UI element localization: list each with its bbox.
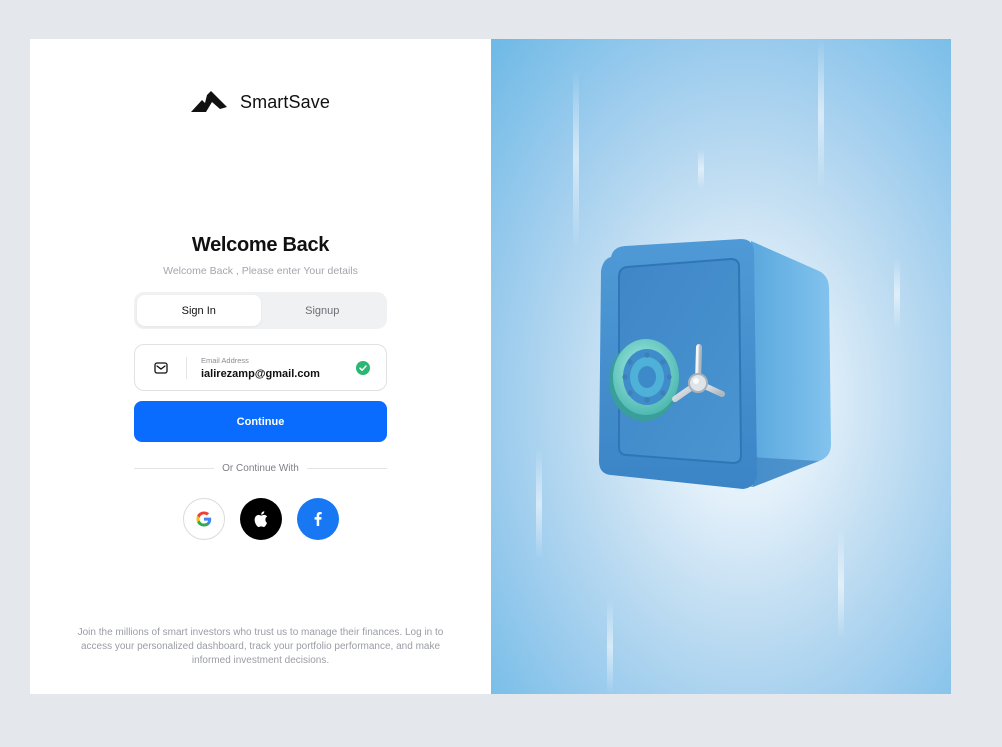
apple-icon bbox=[254, 511, 268, 527]
divider-line-right bbox=[306, 468, 388, 469]
page-subtitle: Welcome Back , Please enter Your details bbox=[163, 265, 358, 277]
decor-streak bbox=[536, 449, 542, 559]
auth-panel: SmartSave Welcome Back Welcome Back , Pl… bbox=[30, 39, 491, 694]
safe-vault-illustration bbox=[599, 239, 831, 489]
google-icon bbox=[196, 511, 212, 527]
mail-icon-container bbox=[135, 345, 186, 390]
illustration-panel bbox=[491, 39, 951, 694]
brand-logo[interactable]: SmartSave bbox=[190, 91, 330, 113]
decor-streak bbox=[818, 39, 824, 189]
divider-line-left bbox=[134, 468, 215, 469]
email-label: Email Address bbox=[201, 355, 249, 365]
social-buttons bbox=[183, 498, 339, 540]
tab-sign-in[interactable]: Sign In bbox=[137, 295, 261, 326]
page-title: Welcome Back bbox=[191, 234, 330, 256]
continue-button[interactable]: Continue bbox=[134, 401, 387, 442]
email-field[interactable]: Email Address ialirezamp@gmail.com bbox=[134, 344, 387, 391]
tab-signup[interactable]: Signup bbox=[261, 295, 385, 326]
google-login-button[interactable] bbox=[183, 498, 225, 540]
email-value[interactable]: ialirezamp@gmail.com bbox=[201, 368, 356, 380]
decor-streak bbox=[838, 529, 844, 639]
mail-icon bbox=[153, 361, 168, 374]
decor-streak bbox=[607, 599, 613, 694]
brand-name: SmartSave bbox=[240, 91, 330, 112]
facebook-icon bbox=[314, 512, 322, 526]
facebook-login-button[interactable] bbox=[297, 498, 339, 540]
check-circle-icon bbox=[356, 360, 370, 375]
social-divider: Or Continue With bbox=[134, 463, 388, 474]
apple-login-button[interactable] bbox=[240, 498, 282, 540]
decor-streak bbox=[573, 69, 579, 249]
logo-mark-icon bbox=[191, 91, 227, 112]
email-text-group: Email Address ialirezamp@gmail.com bbox=[201, 356, 356, 380]
auth-card: SmartSave Welcome Back Welcome Back , Pl… bbox=[30, 39, 951, 694]
footer-description: Join the millions of smart investors who… bbox=[77, 627, 444, 666]
auth-tabs: Sign In Signup bbox=[134, 292, 387, 329]
decor-streak bbox=[698, 149, 704, 189]
decor-streak bbox=[894, 259, 900, 329]
field-divider bbox=[186, 356, 187, 379]
divider-label: Or Continue With bbox=[222, 463, 299, 474]
